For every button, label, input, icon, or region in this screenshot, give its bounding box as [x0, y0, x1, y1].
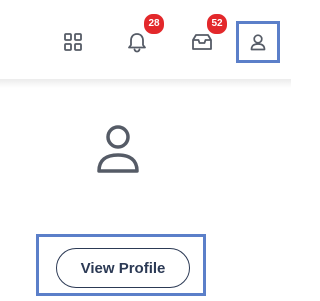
- view-profile-button[interactable]: View Profile: [56, 248, 190, 288]
- profile-menu-button[interactable]: [236, 21, 280, 63]
- user-avatar-icon: [97, 125, 139, 173]
- view-profile-label: View Profile: [80, 259, 166, 277]
- header-divider: [0, 79, 291, 88]
- inbox-count-badge: 52: [206, 13, 228, 35]
- apps-button[interactable]: [61, 30, 85, 54]
- bell-icon: [128, 33, 146, 53]
- top-navigation-bar: 28 52: [0, 0, 291, 79]
- profile-menu-screen: 28 52 View Profile: [0, 0, 291, 301]
- apps-grid-icon: [64, 33, 82, 51]
- notifications-count-badge: 28: [143, 13, 165, 35]
- user-icon: [250, 34, 266, 51]
- inbox-icon: [192, 34, 212, 50]
